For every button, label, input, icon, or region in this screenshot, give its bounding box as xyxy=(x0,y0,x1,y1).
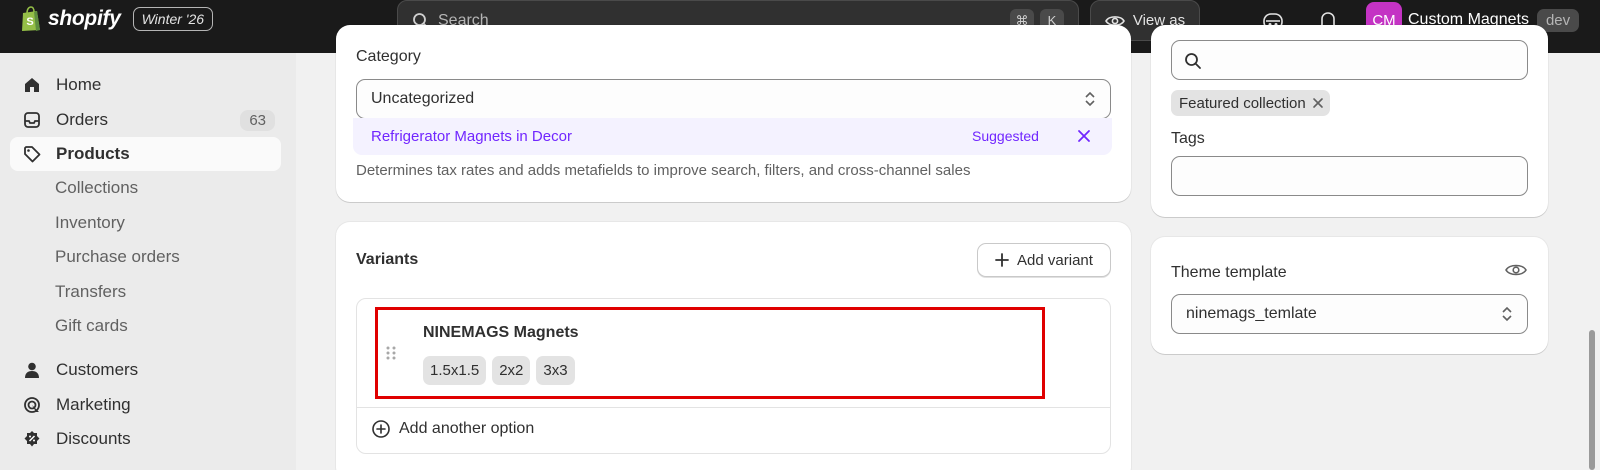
add-variant-button[interactable]: Add variant xyxy=(977,243,1111,277)
variants-title: Variants xyxy=(356,251,419,268)
edition-badge: Winter '26 xyxy=(132,7,214,31)
add-variant-label: Add variant xyxy=(1017,251,1093,269)
chevron-updown-icon xyxy=(1085,91,1095,107)
person-icon xyxy=(22,360,42,380)
sidebar-item-label: Home xyxy=(56,75,102,94)
option-value-chip[interactable]: 1.5x1.5 xyxy=(423,356,487,385)
close-icon[interactable] xyxy=(1312,97,1324,109)
sidebar-item-label: Customers xyxy=(56,360,139,379)
eye-icon[interactable] xyxy=(1505,262,1527,278)
sidebar-subitem-collections[interactable]: Collections xyxy=(55,171,138,205)
suggestion-text: Refrigerator Magnets in Decor xyxy=(371,128,572,145)
home-icon xyxy=(22,75,42,95)
chevron-updown-icon xyxy=(1502,306,1512,322)
plus-circle-icon xyxy=(372,420,390,438)
theme-template-value: ninemags_temlate xyxy=(1186,305,1317,322)
svg-text:S: S xyxy=(26,16,33,28)
shopify-bag-icon: S xyxy=(22,6,40,31)
category-select[interactable]: Uncategorized xyxy=(356,79,1111,119)
sidebar-item-label: Products xyxy=(56,144,130,163)
plus-icon xyxy=(995,253,1009,267)
add-another-option-button[interactable]: Add another option xyxy=(371,419,534,439)
sidebar-item-customers[interactable]: Customers xyxy=(10,353,281,387)
tags-input[interactable] xyxy=(1171,156,1528,196)
theme-template-select[interactable]: ninemags_temlate xyxy=(1171,294,1528,334)
variant-option-box: NINEMAGS Magnets 1.5x1.5 2x2 3x3 Add ano… xyxy=(356,298,1111,454)
add-option-label: Add another option xyxy=(399,420,535,437)
drag-handle-icon[interactable] xyxy=(385,345,397,361)
search-icon xyxy=(1185,53,1201,69)
tags-label: Tags xyxy=(1171,130,1205,147)
sidebar-item-discounts[interactable]: Discounts xyxy=(10,422,281,456)
discount-icon xyxy=(22,429,42,449)
sidebar-item-label: Marketing xyxy=(56,395,131,414)
option-value-chip[interactable]: 2x2 xyxy=(492,356,531,385)
option-values: 1.5x1.5 2x2 3x3 xyxy=(423,356,581,385)
category-value: Uncategorized xyxy=(371,90,475,107)
collection-chip-label: Featured collection xyxy=(1179,94,1306,112)
suggested-badge: Suggested xyxy=(972,128,1039,144)
target-icon xyxy=(22,395,42,415)
theme-template-label: Theme template xyxy=(1171,264,1287,281)
sidebar-item-products[interactable]: Products xyxy=(10,137,281,171)
suggestion-parent: in Decor xyxy=(516,128,572,145)
sidebar: Home Orders 63 Products Collections Inve… xyxy=(0,53,296,470)
category-help-text: Determines tax rates and adds metafields… xyxy=(356,162,971,179)
sidebar-item-marketing[interactable]: Marketing xyxy=(10,388,281,422)
page-scrollbar[interactable] xyxy=(1589,330,1595,470)
close-icon[interactable] xyxy=(1075,127,1093,145)
collections-search-input[interactable] xyxy=(1171,40,1528,80)
sidebar-subitem-inventory[interactable]: Inventory xyxy=(55,206,125,240)
option-name[interactable]: NINEMAGS Magnets xyxy=(423,324,579,342)
sidebar-item-label: Discounts xyxy=(56,429,131,448)
option-value-chip[interactable]: 3x3 xyxy=(536,356,575,385)
sidebar-item-orders[interactable]: Orders 63 xyxy=(10,103,281,137)
category-label: Category xyxy=(356,48,421,65)
sidebar-item-home[interactable]: Home xyxy=(10,68,281,102)
collection-chip: Featured collection xyxy=(1171,90,1330,116)
tag-icon xyxy=(22,144,42,164)
sidebar-subitem-purchase-orders[interactable]: Purchase orders xyxy=(55,240,180,274)
shopify-logo[interactable]: S shopify Winter '26 xyxy=(20,5,214,33)
sidebar-item-label: Orders xyxy=(56,110,108,129)
inbox-icon xyxy=(22,110,42,130)
divider xyxy=(357,407,1110,408)
orders-count-badge: 63 xyxy=(240,109,275,131)
category-suggestion[interactable]: Refrigerator Magnets in Decor Suggested xyxy=(353,118,1112,155)
brand-wordmark: shopify xyxy=(48,7,121,30)
sidebar-subitem-transfers[interactable]: Transfers xyxy=(55,275,126,309)
suggestion-category-name: Refrigerator Magnets xyxy=(371,128,512,145)
sidebar-subitem-gift-cards[interactable]: Gift cards xyxy=(55,309,128,343)
